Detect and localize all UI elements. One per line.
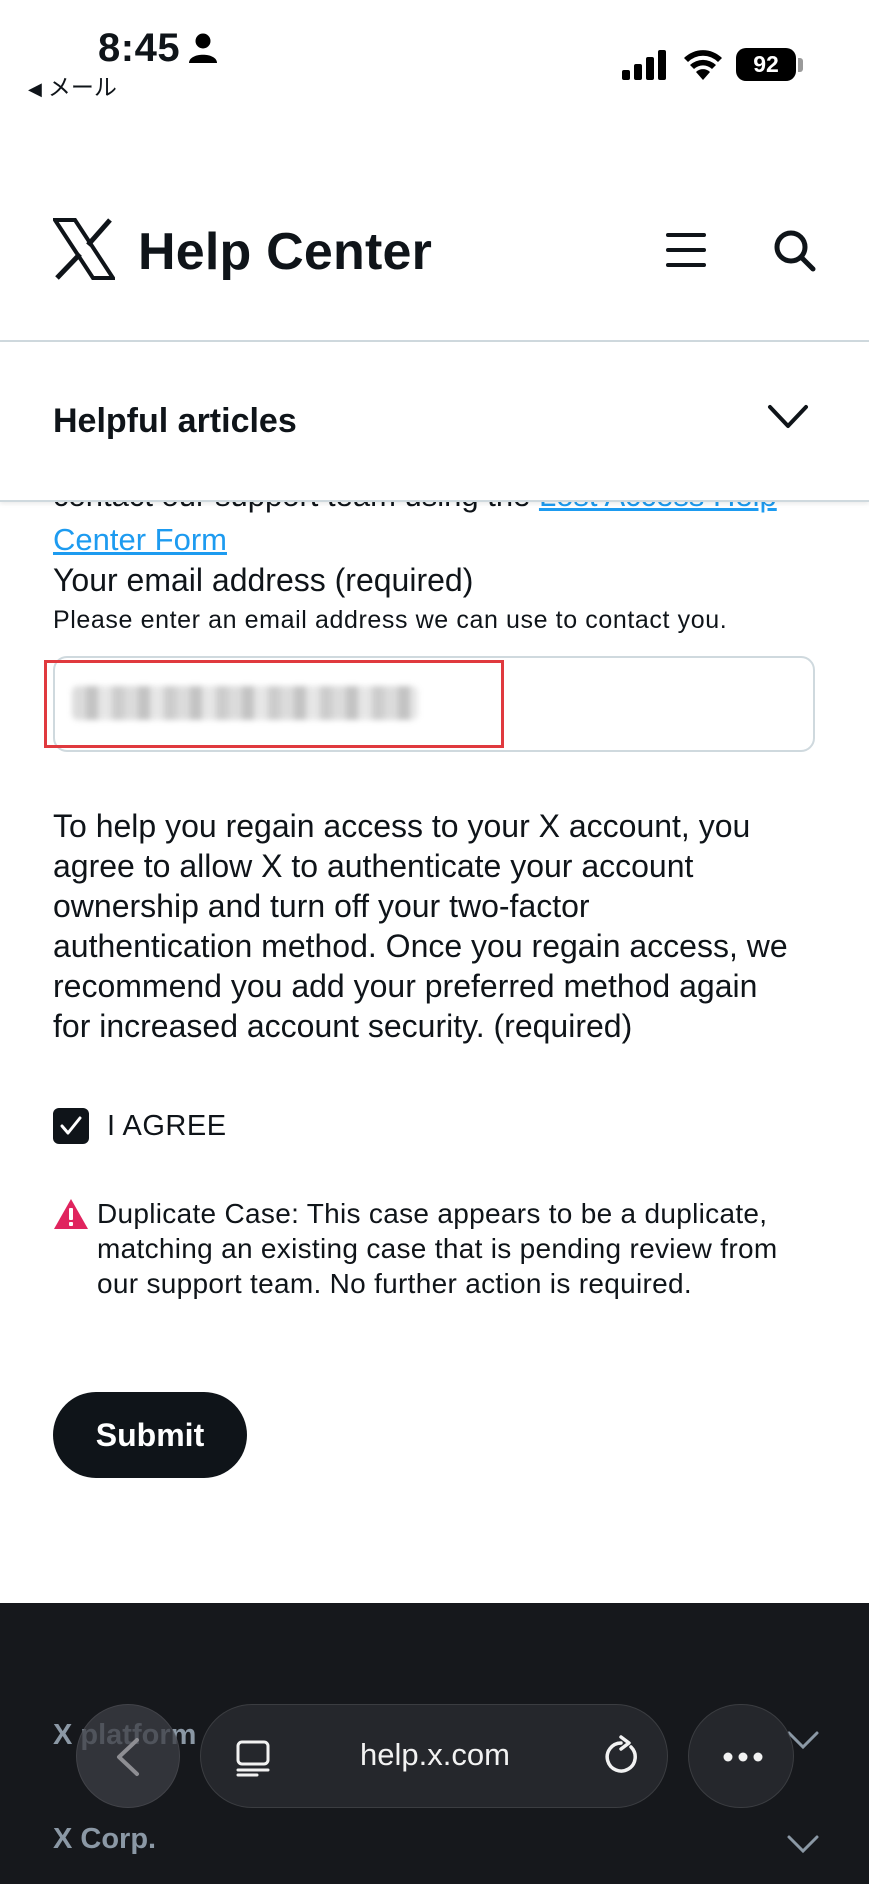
wifi-icon (684, 50, 722, 80)
cellular-signal-icon (622, 50, 666, 80)
email-label-text: Your email address (53, 562, 326, 598)
url-text[interactable]: help.x.com (201, 1737, 669, 1773)
email-hint: Please enter an email address we can use… (53, 606, 728, 634)
status-bar: 8:45 ◀ メール 92 (0, 0, 869, 110)
warning-triangle-icon (54, 1199, 88, 1229)
helpful-articles-title: Helpful articles (53, 402, 297, 440)
annotation-highlight-box (44, 660, 504, 748)
submit-button[interactable]: Submit (53, 1392, 247, 1478)
site-title[interactable]: Help Center (138, 222, 432, 282)
search-icon[interactable] (772, 228, 816, 272)
back-to-app-button[interactable]: ◀ メール (28, 68, 117, 102)
checkmark-icon (60, 1116, 82, 1135)
browser-back-button[interactable] (76, 1704, 180, 1808)
back-app-label: メール (47, 75, 117, 101)
site-header: Help Center (0, 200, 869, 340)
agree-checkbox[interactable] (53, 1108, 89, 1144)
chevron-down-icon[interactable] (786, 1833, 820, 1855)
reload-icon[interactable] (601, 1735, 641, 1777)
chevron-down-icon (768, 405, 808, 428)
status-time: 8:45 (98, 26, 181, 70)
helpful-articles-dropdown[interactable]: Helpful articles (0, 342, 869, 502)
lost-access-help-center-link[interactable]: Center Form (53, 522, 227, 558)
consent-required-marker: (required) (493, 1008, 633, 1044)
x-logo-icon[interactable] (53, 218, 115, 280)
battery-cap (798, 58, 803, 72)
person-icon (189, 33, 217, 63)
more-dots-icon (723, 1752, 763, 1762)
agree-label: I AGREE (107, 1109, 227, 1142)
consent-body: To help you regain access to your X acco… (53, 808, 788, 1044)
battery-indicator: 92 (736, 48, 796, 81)
hamburger-menu-icon[interactable] (664, 230, 708, 270)
browser-more-button[interactable] (688, 1704, 794, 1808)
chevron-left-icon (117, 1738, 139, 1776)
email-required-marker: (required) (334, 562, 474, 598)
back-triangle-icon: ◀ (28, 79, 42, 100)
browser-address-bar[interactable]: help.x.com (200, 1704, 668, 1808)
agree-checkbox-row[interactable]: I AGREE (53, 1106, 227, 1146)
warning-text: Duplicate Case: This case appears to be … (97, 1198, 778, 1299)
consent-text: To help you regain access to your X acco… (53, 806, 793, 1046)
footer-item-x-corp[interactable]: X Corp. (53, 1823, 156, 1856)
email-label: Your email address (required) (53, 562, 473, 599)
